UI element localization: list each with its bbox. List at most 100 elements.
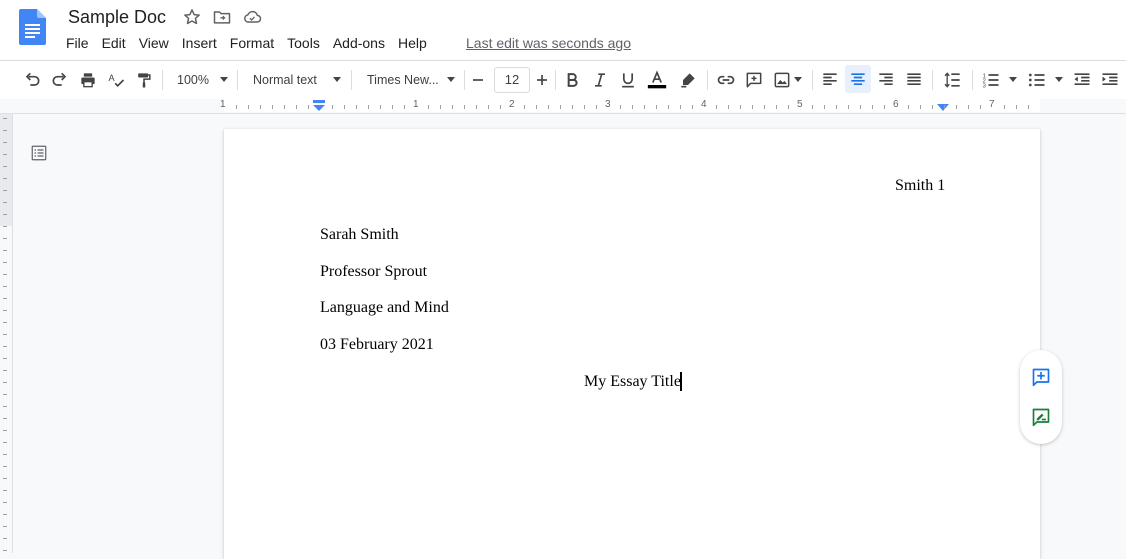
essay-title[interactable]: My Essay Title xyxy=(584,372,681,392)
spellcheck-icon[interactable]: A xyxy=(106,70,126,90)
vertical-ruler-tick xyxy=(3,370,7,371)
author-name[interactable]: Sarah Smith xyxy=(320,225,399,245)
toolbar-divider xyxy=(162,70,163,90)
vertical-ruler-tick xyxy=(3,418,7,419)
zoom-select[interactable]: 100% xyxy=(177,71,209,89)
ruler-tick xyxy=(740,105,741,109)
ruler-tick xyxy=(404,105,405,109)
vertical-ruler-tick xyxy=(3,166,7,167)
align-left-icon[interactable] xyxy=(820,70,840,90)
toolbar-divider xyxy=(932,70,933,90)
ruler-label: 1 xyxy=(220,99,226,110)
ruler-tick xyxy=(368,105,369,109)
vertical-ruler-tick xyxy=(3,130,7,131)
comment-icon[interactable] xyxy=(744,70,764,90)
vertical-ruler-tick xyxy=(3,334,7,335)
menu-tools[interactable]: Tools xyxy=(287,34,327,52)
image-icon[interactable] xyxy=(772,70,792,90)
chevron-down-icon[interactable] xyxy=(333,77,341,82)
bold-icon[interactable] xyxy=(562,70,582,90)
chevron-down-icon[interactable] xyxy=(1009,77,1017,82)
decrease-font-size-icon[interactable] xyxy=(468,70,488,90)
chevron-down-icon[interactable] xyxy=(447,77,455,82)
text-cursor xyxy=(680,372,682,391)
ruler-tick xyxy=(632,105,633,109)
menu-addons[interactable]: Add-ons xyxy=(333,34,392,52)
numbered-list-icon[interactable]: 123 xyxy=(981,70,1001,90)
ruler-tick xyxy=(968,105,969,109)
ruler-tick xyxy=(488,105,489,109)
highlight-icon[interactable] xyxy=(678,70,698,90)
ruler-tick xyxy=(584,105,585,109)
bulleted-list-icon[interactable] xyxy=(1027,70,1047,90)
chevron-down-icon[interactable] xyxy=(1055,77,1063,82)
star-icon[interactable] xyxy=(182,7,202,27)
align-center-icon[interactable] xyxy=(848,70,868,90)
ruler-tick xyxy=(272,105,273,109)
ruler-tick xyxy=(524,105,525,109)
menu-help[interactable]: Help xyxy=(398,34,434,52)
ruler-tick xyxy=(728,105,729,109)
vertical-ruler-tick xyxy=(3,550,7,551)
ruler-tick xyxy=(764,105,765,109)
ruler-tick xyxy=(656,105,657,109)
justify-icon[interactable] xyxy=(904,70,924,90)
paragraph-style-select[interactable]: Normal text xyxy=(253,71,317,89)
text-color-icon[interactable] xyxy=(647,70,667,90)
menu-format[interactable]: Format xyxy=(230,34,281,52)
doc-title[interactable]: Sample Doc xyxy=(68,6,166,28)
vertical-ruler-tick xyxy=(3,538,7,539)
side-action-pill xyxy=(1020,350,1062,444)
redo-icon[interactable] xyxy=(50,70,70,90)
decrease-indent-icon[interactable] xyxy=(1072,70,1092,90)
professor-name[interactable]: Professor Sprout xyxy=(320,262,427,282)
cloud-saved-icon[interactable] xyxy=(242,7,262,27)
link-icon[interactable] xyxy=(716,70,736,90)
align-right-icon[interactable] xyxy=(876,70,896,90)
print-icon[interactable] xyxy=(78,70,98,90)
suggest-edits-icon[interactable] xyxy=(1031,407,1051,427)
date-line[interactable]: 03 February 2021 xyxy=(320,335,434,355)
menu-edit[interactable]: Edit xyxy=(102,34,133,52)
move-folder-icon[interactable] xyxy=(212,7,232,27)
menu-view[interactable]: View xyxy=(139,34,176,52)
font-size-input[interactable]: 12 xyxy=(494,67,530,93)
ruler-label: 6 xyxy=(893,99,899,110)
ruler-tick xyxy=(872,105,873,109)
ruler-tick xyxy=(560,105,561,109)
menu-file[interactable]: File xyxy=(66,34,96,52)
right-indent-marker-icon[interactable] xyxy=(936,103,950,112)
vertical-ruler-tick xyxy=(3,274,7,275)
menu-bar: File Edit View Insert Format Tools Add-o… xyxy=(66,34,440,52)
increase-font-size-icon[interactable] xyxy=(532,70,552,90)
document-outline-icon[interactable] xyxy=(30,144,48,162)
ruler-tick xyxy=(788,105,789,109)
font-family-select[interactable]: Times New... xyxy=(367,71,439,89)
vertical-ruler[interactable] xyxy=(0,114,13,553)
docs-logo-icon[interactable] xyxy=(19,9,46,45)
left-indent-marker-icon[interactable] xyxy=(312,100,326,112)
menu-insert[interactable]: Insert xyxy=(182,34,224,52)
vertical-ruler-tick xyxy=(3,202,7,203)
ruler-tick xyxy=(752,105,753,109)
toolbar: A 100% Normal text Times New... 12 123 xyxy=(0,60,1126,100)
vertical-ruler-tick xyxy=(3,346,7,347)
ruler-tick xyxy=(260,105,261,109)
paint-format-icon[interactable] xyxy=(134,70,154,90)
ruler-tick xyxy=(464,105,465,109)
ruler-tick xyxy=(380,105,381,109)
undo-icon[interactable] xyxy=(22,70,42,90)
page-header-text[interactable]: Smith 1 xyxy=(895,176,945,196)
line-spacing-icon[interactable] xyxy=(943,70,963,90)
vertical-ruler-tick xyxy=(3,526,7,527)
chevron-down-icon[interactable] xyxy=(794,77,802,82)
increase-indent-icon[interactable] xyxy=(1100,70,1120,90)
add-comment-icon[interactable] xyxy=(1031,367,1051,387)
last-edit-link[interactable]: Last edit was seconds ago xyxy=(466,35,631,51)
underline-icon[interactable] xyxy=(618,70,638,90)
horizontal-ruler[interactable]: 1 1 2 3 4 5 6 7 xyxy=(0,99,1126,114)
italic-icon[interactable] xyxy=(590,70,610,90)
chevron-down-icon[interactable] xyxy=(220,77,228,82)
course-name[interactable]: Language and Mind xyxy=(320,298,449,318)
vertical-ruler-tick xyxy=(3,358,7,359)
